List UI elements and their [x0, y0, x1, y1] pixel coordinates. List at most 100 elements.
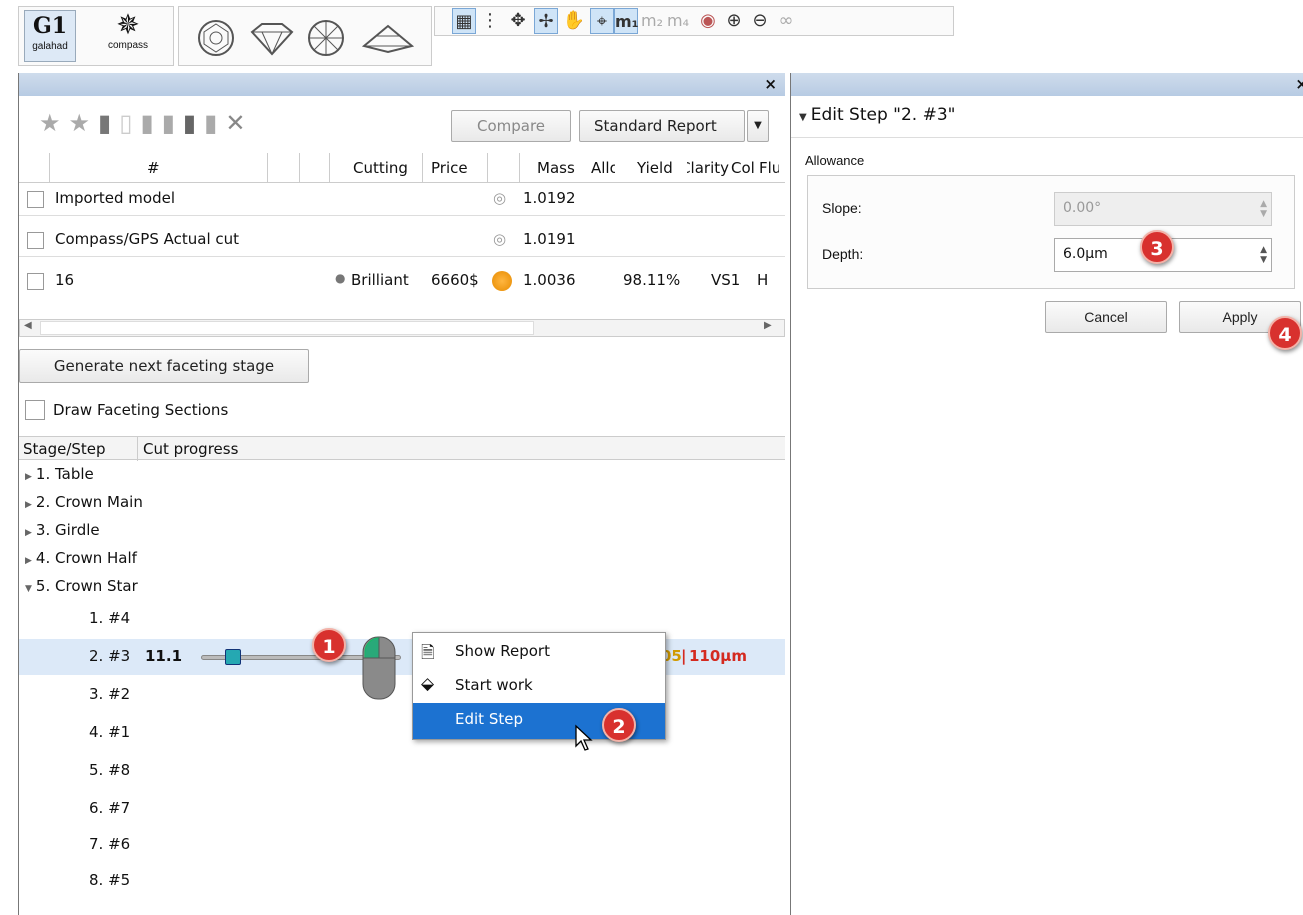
slope-field[interactable]: 0.00° ▲ ▼	[1054, 192, 1272, 226]
round-brilliant-icon[interactable]	[196, 18, 236, 58]
star-icon[interactable]: ★	[39, 109, 69, 137]
eye-icon[interactable]: ◉	[696, 8, 720, 34]
progress-slider-handle[interactable]	[225, 649, 241, 665]
menu-item-start-work[interactable]: ⬙ Start work	[413, 669, 665, 705]
cut-progress-header[interactable]: Cut progress	[143, 440, 238, 458]
left-panel-close-button[interactable]: ×	[764, 75, 777, 93]
report-select[interactable]: Standard Report	[579, 110, 745, 142]
m1-icon[interactable]: m₁	[614, 8, 639, 34]
collapse-icon[interactable]: ▼	[799, 112, 807, 123]
step-item[interactable]: 8. #5	[89, 871, 130, 889]
step-badge: 3	[1140, 230, 1174, 264]
step-item[interactable]: 4. #1	[89, 723, 130, 741]
cancel-button[interactable]: Cancel	[1045, 301, 1167, 333]
row-checkbox[interactable]	[27, 273, 44, 290]
stage-item[interactable]: ▼ 5. Crown Star	[25, 577, 138, 595]
diamond-top-icon[interactable]	[306, 18, 346, 58]
column-header[interactable]: Mass	[537, 159, 575, 177]
glasses-icon[interactable]: ∞	[774, 8, 798, 34]
edit-step-title[interactable]: ▼ Edit Step "2. #3"	[799, 105, 955, 125]
bookmark-icon[interactable]: ▮	[140, 109, 161, 137]
row-checkbox[interactable]	[27, 191, 44, 208]
step-item[interactable]: 7. #6	[89, 835, 130, 853]
row-yield: 98.11%	[623, 271, 681, 289]
collapse-icon[interactable]: ▼	[25, 584, 32, 594]
stage-item[interactable]: ▶ 4. Crown Half	[25, 549, 137, 567]
column-header[interactable]: Clarity	[687, 159, 729, 177]
step-item-selected[interactable]: 2. #3 11.1 05 | 110μm	[19, 639, 785, 675]
stage-item[interactable]: ▶ 2. Crown Main	[25, 493, 143, 511]
column-header[interactable]: Color	[731, 159, 755, 177]
report-dropdown-button[interactable]: ▼	[747, 110, 769, 142]
stage-label: 5. Crown Star	[35, 577, 138, 595]
scrollbar-thumb[interactable]	[40, 321, 534, 335]
menu-item-show-report[interactable]: 🗎 Show Report	[413, 635, 665, 671]
round-diamond-icon: ◎	[493, 230, 507, 248]
hand-icon[interactable]: ✋	[562, 8, 586, 34]
expand-icon[interactable]: ▶	[25, 528, 32, 538]
step-item[interactable]: 5. #8	[89, 761, 130, 779]
diamond-color-icon	[492, 271, 512, 291]
zoom-out-icon[interactable]: ⊖	[748, 8, 772, 34]
star-outline-icon[interactable]: ★	[69, 109, 99, 137]
bookmark-icon[interactable]: ▯	[119, 109, 140, 137]
horizontal-scrollbar[interactable]: ◀ ▶	[19, 319, 785, 337]
stepper-icon[interactable]: ▲ ▼	[1260, 245, 1267, 265]
column-header[interactable]: Price	[431, 159, 468, 177]
scroll-left-icon[interactable]: ◀	[24, 320, 32, 331]
stage-label: 1. Table	[35, 465, 94, 483]
stage-item[interactable]: ▶ 3. Girdle	[25, 521, 100, 539]
zoom-in-icon[interactable]: ⊕	[722, 8, 746, 34]
m4-icon[interactable]: m₄	[666, 8, 690, 34]
row-mass: 1.0036	[523, 271, 576, 289]
column-header[interactable]: #	[147, 159, 160, 177]
close-icon[interactable]: ✕	[225, 109, 253, 137]
menu-item-label: Show Report	[455, 642, 550, 660]
stage-step-header[interactable]: Stage/Step	[23, 440, 106, 458]
step-item[interactable]: 6. #7	[89, 799, 130, 817]
row-name: 16	[55, 271, 75, 289]
diamond-side-icon[interactable]	[250, 22, 294, 56]
compass-label: compass	[107, 40, 148, 51]
expand-icon[interactable]: ▶	[25, 556, 32, 566]
grid-view-icon[interactable]: ▦	[452, 8, 476, 34]
scroll-right-icon[interactable]: ▶	[764, 320, 772, 331]
galahad-button[interactable]: G1 galahad	[24, 10, 76, 62]
compare-button[interactable]: Compare	[451, 110, 571, 142]
column-header[interactable]: Fluo	[759, 159, 779, 177]
chevron-down-icon: ▼	[754, 120, 762, 131]
stepper-icon[interactable]: ▲ ▼	[1260, 199, 1267, 219]
right-panel-close-button[interactable]: ×	[1295, 75, 1303, 93]
bookmark-icon[interactable]: ▮	[204, 109, 225, 137]
bookmark-icon[interactable]: ▮	[162, 109, 183, 137]
galahad-logo-text: G1	[32, 13, 68, 39]
move-icon[interactable]: ✥	[506, 8, 530, 34]
m2-icon[interactable]: m₂	[640, 8, 664, 34]
move-axis-icon[interactable]: ✢	[534, 8, 558, 34]
expand-icon[interactable]: ▶	[25, 472, 32, 482]
stage-item[interactable]: ▶ 1. Table	[25, 465, 94, 483]
step-item[interactable]: 3. #2	[89, 685, 130, 703]
generate-next-stage-button[interactable]: Generate next faceting stage	[19, 349, 309, 383]
step-value: 11.1	[145, 647, 183, 665]
step-item[interactable]: 1. #4	[89, 609, 130, 627]
column-header[interactable]: Cutting	[353, 159, 408, 177]
column-header[interactable]: Allo	[591, 159, 615, 177]
expand-icon[interactable]: ▶	[25, 500, 32, 510]
camera-icon[interactable]: ⌖	[590, 8, 614, 34]
draw-sections-checkbox[interactable]	[25, 400, 45, 420]
column-header[interactable]: Yield	[637, 159, 673, 177]
step-tail-b: 110μm	[689, 647, 747, 665]
dots-icon[interactable]: ⋮	[478, 8, 502, 34]
table-row[interactable]: Compass/GPS Actual cut ◎ 1.0191	[19, 225, 785, 257]
row-checkbox[interactable]	[27, 232, 44, 249]
step-label: 2. #3	[89, 647, 131, 665]
bookmark-icon[interactable]: ▮	[183, 109, 204, 137]
galahad-label: galahad	[32, 41, 68, 52]
diamond-pavilion-icon[interactable]	[362, 24, 414, 54]
table-row[interactable]: 16 ● Brilliant 6660$ 1.0036 98.11% VS1 H	[19, 266, 785, 298]
bookmark-icon[interactable]: ▮	[98, 109, 119, 137]
compass-button[interactable]: ✵ compass	[102, 10, 154, 62]
row-color: H	[757, 271, 769, 289]
table-row[interactable]: Imported model ◎ 1.0192	[19, 184, 785, 216]
